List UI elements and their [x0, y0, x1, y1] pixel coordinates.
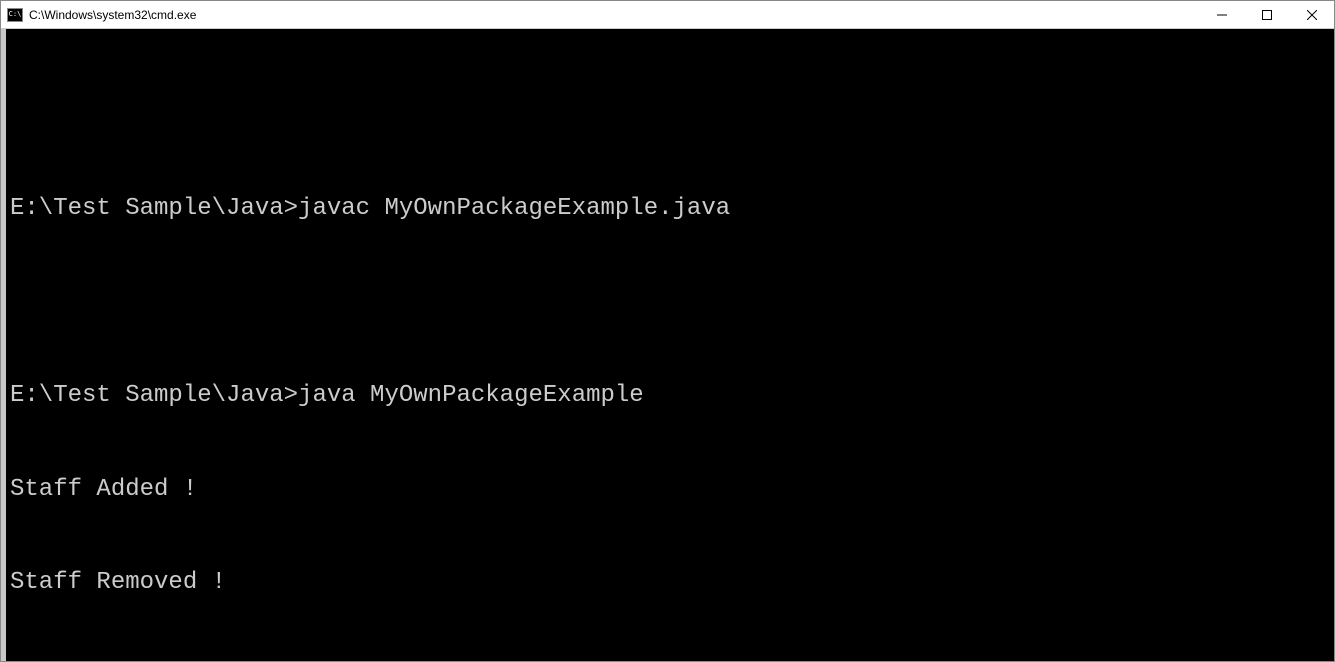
terminal-line — [10, 287, 1330, 318]
terminal-line — [10, 99, 1330, 130]
terminal-output[interactable]: E:\Test Sample\Java>javac MyOwnPackageEx… — [1, 29, 1334, 661]
terminal-line: Staff Removed ! — [10, 567, 1330, 598]
cmd-icon — [7, 8, 23, 22]
window-titlebar[interactable]: C:\Windows\system32\cmd.exe — [1, 1, 1334, 29]
maximize-button[interactable] — [1244, 1, 1289, 28]
minimize-button[interactable] — [1199, 1, 1244, 28]
terminal-line: Staff Added ! — [10, 474, 1330, 505]
close-button[interactable] — [1289, 1, 1334, 28]
titlebar-left: C:\Windows\system32\cmd.exe — [7, 8, 196, 22]
window-title: C:\Windows\system32\cmd.exe — [29, 8, 196, 22]
window-controls — [1199, 1, 1334, 28]
terminal-line: E:\Test Sample\Java>java MyOwnPackageExa… — [10, 380, 1330, 411]
terminal-line: E:\Test Sample\Java>javac MyOwnPackageEx… — [10, 193, 1330, 224]
